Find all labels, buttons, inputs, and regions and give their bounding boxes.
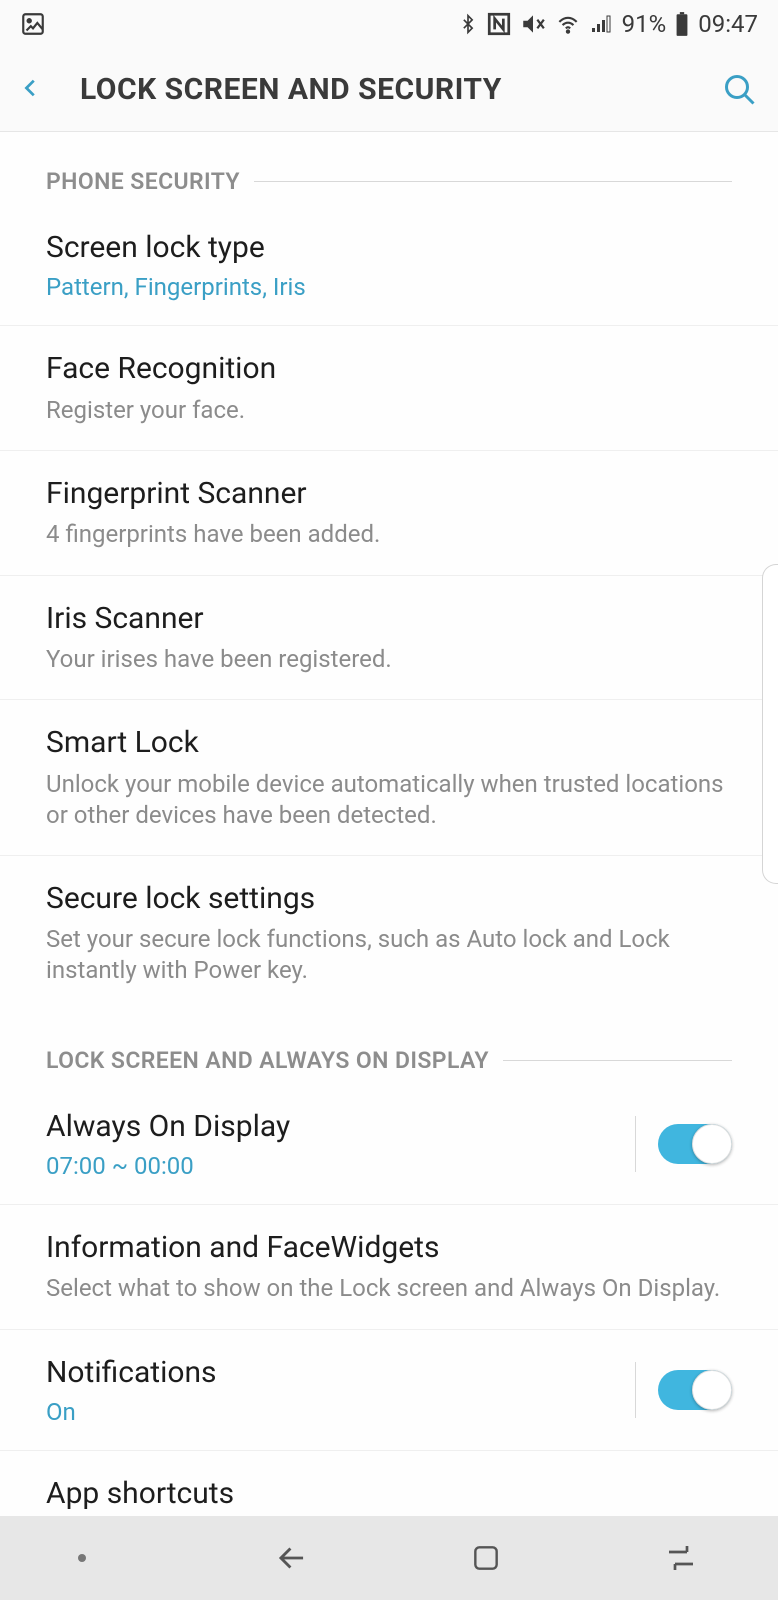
row-notifications[interactable]: Notifications On [0,1330,778,1451]
image-notification-icon [20,11,46,37]
divider [503,1060,732,1061]
divider [635,1116,636,1172]
row-title: Smart Lock [46,724,732,762]
row-iris-scanner[interactable]: Iris Scanner Your irises have been regis… [0,576,778,701]
wifi-icon [554,11,582,37]
row-information-facewidgets[interactable]: Information and FaceWidgets Select what … [0,1205,778,1330]
row-fingerprint-scanner[interactable]: Fingerprint Scanner 4 fingerprints have … [0,451,778,576]
back-button[interactable] [20,70,60,110]
row-screen-lock-type[interactable]: Screen lock type Pattern, Fingerprints, … [0,205,778,326]
row-title: Iris Scanner [46,600,732,638]
row-title: App shortcuts [46,1475,732,1513]
settings-list[interactable]: PHONE SECURITY Screen lock type Pattern,… [0,132,778,1516]
row-title: Always On Display [46,1108,625,1146]
row-secure-lock-settings[interactable]: Secure lock settings Set your secure loc… [0,856,778,1011]
page-title: LOCK SCREEN AND SECURITY [60,72,718,107]
row-title: Notifications [46,1354,625,1392]
nav-back-button[interactable] [232,1539,352,1577]
row-subtitle: Set your secure lock functions, such as … [46,924,732,986]
section-header-phone-security: PHONE SECURITY [0,132,778,205]
row-title: Information and FaceWidgets [46,1229,732,1267]
row-app-shortcuts[interactable]: App shortcuts Select apps to open from t… [0,1451,778,1516]
row-subtitle: Unlock your mobile device automatically … [46,769,732,831]
battery-percent: 91% [622,10,667,38]
search-button[interactable] [718,72,758,108]
signal-icon [590,11,614,37]
section-label: PHONE SECURITY [46,168,240,195]
row-subtitle: Pattern, Fingerprints, Iris [46,273,732,301]
row-title: Face Recognition [46,350,732,388]
clock: 09:47 [698,10,758,38]
nav-recents-button[interactable] [621,1540,741,1576]
row-title: Screen lock type [46,229,732,267]
row-always-on-display[interactable]: Always On Display 07:00 ~ 00:00 [0,1084,778,1205]
nav-expand-button[interactable] [37,1553,157,1563]
row-subtitle: 4 fingerprints have been added. [46,519,732,550]
status-bar: 91% 09:47 [0,0,778,48]
toggle-notifications[interactable] [658,1370,732,1410]
scroll-handle[interactable] [762,564,778,884]
divider [254,181,732,182]
row-subtitle: On [46,1398,625,1426]
row-title: Secure lock settings [46,880,732,918]
row-subtitle: Your irises have been registered. [46,644,732,675]
toggle-always-on-display[interactable] [658,1124,732,1164]
row-subtitle: 07:00 ~ 00:00 [46,1152,625,1180]
row-subtitle: Register your face. [46,395,732,426]
mute-vibrate-icon [520,11,546,37]
nav-home-button[interactable] [426,1542,546,1574]
section-label: LOCK SCREEN AND ALWAYS ON DISPLAY [46,1047,489,1074]
row-smart-lock[interactable]: Smart Lock Unlock your mobile device aut… [0,700,778,856]
bluetooth-icon [458,11,478,37]
nfc-icon [486,11,512,37]
title-bar: LOCK SCREEN AND SECURITY [0,48,778,132]
battery-icon [674,11,690,37]
navigation-bar [0,1516,778,1600]
row-face-recognition[interactable]: Face Recognition Register your face. [0,326,778,451]
divider [635,1362,636,1418]
row-title: Fingerprint Scanner [46,475,732,513]
row-subtitle: Select what to show on the Lock screen a… [46,1273,732,1304]
section-header-lock-screen-aod: LOCK SCREEN AND ALWAYS ON DISPLAY [0,1011,778,1084]
